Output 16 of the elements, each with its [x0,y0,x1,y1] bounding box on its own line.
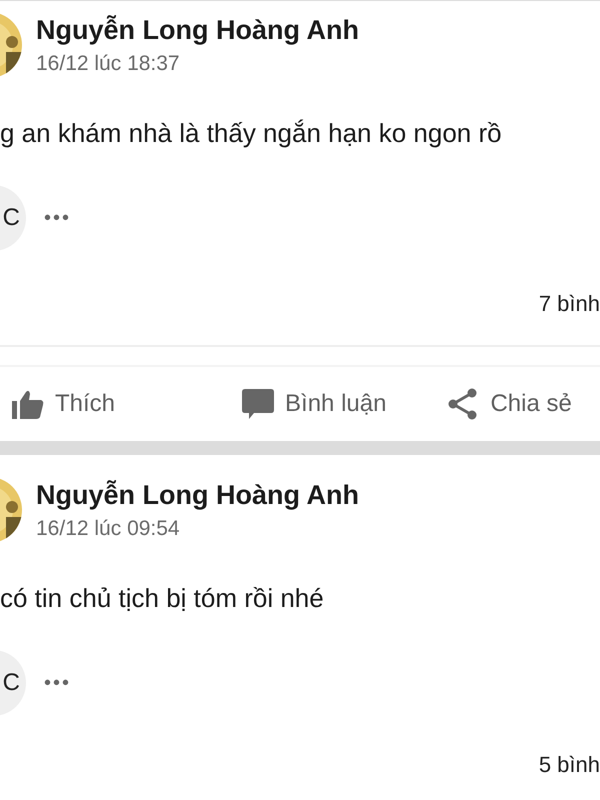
post-text: có tin chủ tịch bị tóm rồi nhé [0,583,325,614]
author-name[interactable]: Nguyễn Long Hoàng Anh [36,14,359,46]
post-text: g an khám nhà là thấy ngắn hạn ko ngon rồ [0,118,503,149]
commenter-avatar[interactable]: C [0,650,26,716]
typing-dots: ••• [44,206,72,230]
comment-count[interactable]: 7 bình [538,291,600,317]
commenter-avatar[interactable]: C [0,185,26,251]
post-time[interactable]: 16/12 lúc 09:54 [36,516,359,540]
speech-bubble-icon [241,387,276,421]
post-time[interactable]: 16/12 lúc 18:37 [36,52,359,76]
comment-count[interactable]: 5 bình [538,752,600,778]
comment-button[interactable]: Bình luận [241,387,386,421]
author-name[interactable]: Nguyễn Long Hoàng Anh [36,480,359,510]
like-button[interactable]: Thích [11,387,116,421]
typing-dots: ••• [44,672,72,694]
share-button[interactable]: Chia sẻ [446,387,572,421]
